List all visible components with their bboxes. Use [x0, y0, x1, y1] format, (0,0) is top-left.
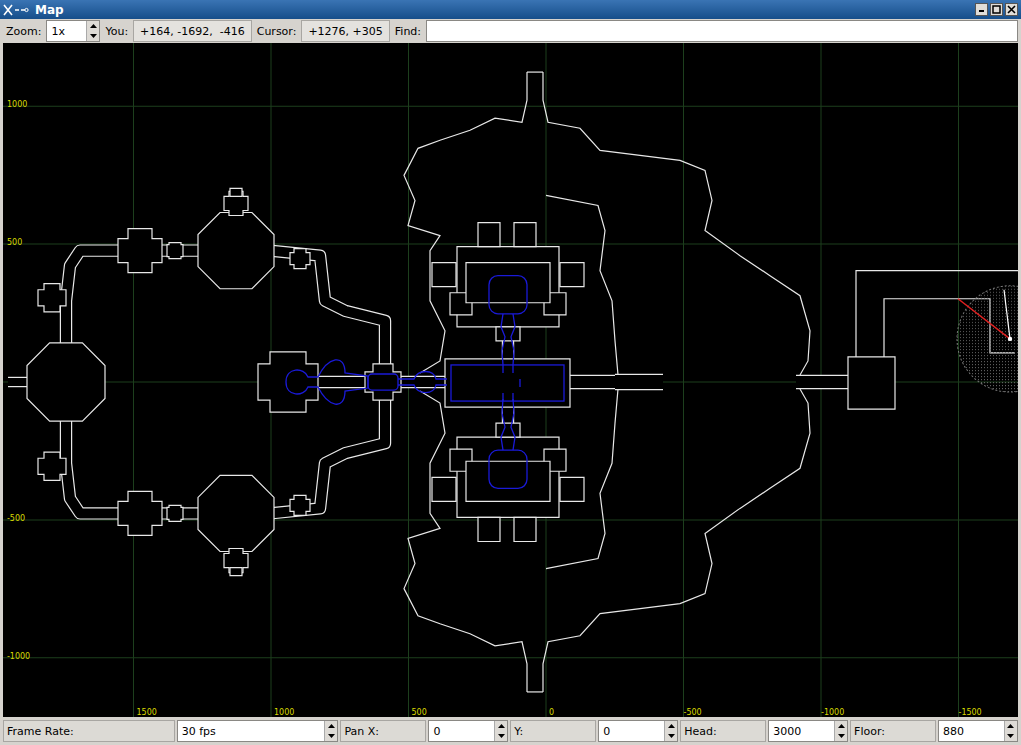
cursor-position: +1276, +305: [301, 20, 389, 42]
arrow-down-icon: [90, 34, 97, 38]
spin-down-button[interactable]: [495, 731, 507, 741]
field-spin[interactable]: 3000: [768, 720, 848, 742]
arrow-down-icon: [498, 734, 505, 738]
spin-down-button[interactable]: [835, 731, 847, 741]
map-view[interactable]: 1500 1000 500 0 -500 -1000 -1500 1000 500 -500 -10…: [3, 43, 1018, 717]
spin-down-button[interactable]: [1005, 731, 1017, 741]
map-canvas[interactable]: 1500 1000 500 0 -500 -1000 -1500 1000 500 -500 -10…: [0, 43, 1021, 717]
maximize-icon: [991, 4, 1002, 15]
field-label: Floor:: [850, 720, 936, 742]
field-spin[interactable]: 0: [598, 720, 678, 742]
spin-down-button[interactable]: [665, 731, 677, 741]
spin-up-button[interactable]: [835, 721, 847, 731]
spin-arrows: [86, 21, 99, 41]
spin-up-button[interactable]: [325, 721, 337, 731]
arrow-down-icon: [668, 734, 675, 738]
field-spin-value[interactable]: 0: [429, 721, 494, 741]
arrow-down-icon: [1007, 734, 1014, 738]
x-tick-label: 1500: [137, 708, 157, 717]
close-button[interactable]: [1005, 3, 1018, 16]
arrow-up-icon: [90, 24, 97, 28]
y-tick-label: -1000: [7, 652, 30, 661]
window-title: Map: [35, 3, 969, 17]
arrow-down-icon: [838, 734, 845, 738]
spin-arrows: [1004, 721, 1017, 741]
spin-arrows: [834, 721, 847, 741]
field-label: Y:: [510, 720, 596, 742]
field-spin-value[interactable]: 880: [939, 721, 1004, 741]
field-label: Head:: [680, 720, 766, 742]
field-spin[interactable]: 0: [428, 720, 508, 742]
find-label: Find:: [392, 20, 424, 42]
x-tick-label: 0: [549, 708, 554, 717]
field-spin[interactable]: 880: [938, 720, 1018, 742]
field-spin[interactable]: 30 fps: [177, 720, 339, 742]
close-icon: [1006, 4, 1017, 15]
arrow-up-icon: [668, 724, 675, 728]
field-spin-value[interactable]: 3000: [769, 721, 834, 741]
x-tick-label: 1000: [274, 708, 294, 717]
you-position: +164, -1692, -416: [133, 20, 252, 42]
zoom-spin-value[interactable]: 1x: [47, 21, 86, 41]
maximize-button[interactable]: [990, 3, 1003, 16]
field-spin-value[interactable]: 0: [599, 721, 664, 741]
spin-up-button[interactable]: [665, 721, 677, 731]
window-buttons: [975, 3, 1018, 16]
arrow-up-icon: [838, 724, 845, 728]
title-bar: Map: [0, 0, 1021, 19]
spin-arrows: [664, 721, 677, 741]
arrow-up-icon: [328, 724, 335, 728]
spin-arrows: [324, 721, 337, 741]
cursor-label: Cursor:: [254, 20, 300, 42]
status-bar: Frame Rate:30 fpsPan X:0Y:0Head:3000Floo…: [0, 717, 1021, 745]
x-tick-label: -500: [684, 708, 702, 717]
find-field[interactable]: [426, 20, 1018, 42]
y-tick-label: 1000: [7, 100, 27, 109]
app-icon: [3, 4, 29, 16]
spin-up-button[interactable]: [1005, 721, 1017, 731]
player-marker: [957, 286, 1018, 392]
zoom-label: Zoom:: [3, 20, 44, 42]
x-tick-label: -1000: [821, 708, 844, 717]
field-label: Pan X:: [340, 720, 426, 742]
spin-arrows: [494, 721, 507, 741]
spin-down-button[interactable]: [87, 31, 99, 41]
y-tick-label: 500: [7, 238, 22, 247]
spin-up-button[interactable]: [495, 721, 507, 731]
spin-down-button[interactable]: [325, 731, 337, 741]
field-label: Frame Rate:: [3, 720, 175, 742]
arrow-up-icon: [1007, 724, 1014, 728]
you-label: You:: [102, 20, 131, 42]
spin-up-button[interactable]: [87, 21, 99, 31]
arrow-up-icon: [498, 724, 505, 728]
x-tick-label: 500: [412, 708, 427, 717]
zoom-spin[interactable]: 1x: [46, 20, 100, 42]
arrow-down-icon: [328, 734, 335, 738]
y-tick-label: -500: [7, 514, 25, 523]
minimize-icon: [976, 4, 987, 15]
minimize-button[interactable]: [975, 3, 988, 16]
field-spin-value[interactable]: 30 fps: [178, 721, 325, 741]
toolbar: Zoom:1x You:+164, -1692, -416Cursor:+1276…: [0, 19, 1021, 43]
x-tick-label: -1500: [959, 708, 982, 717]
